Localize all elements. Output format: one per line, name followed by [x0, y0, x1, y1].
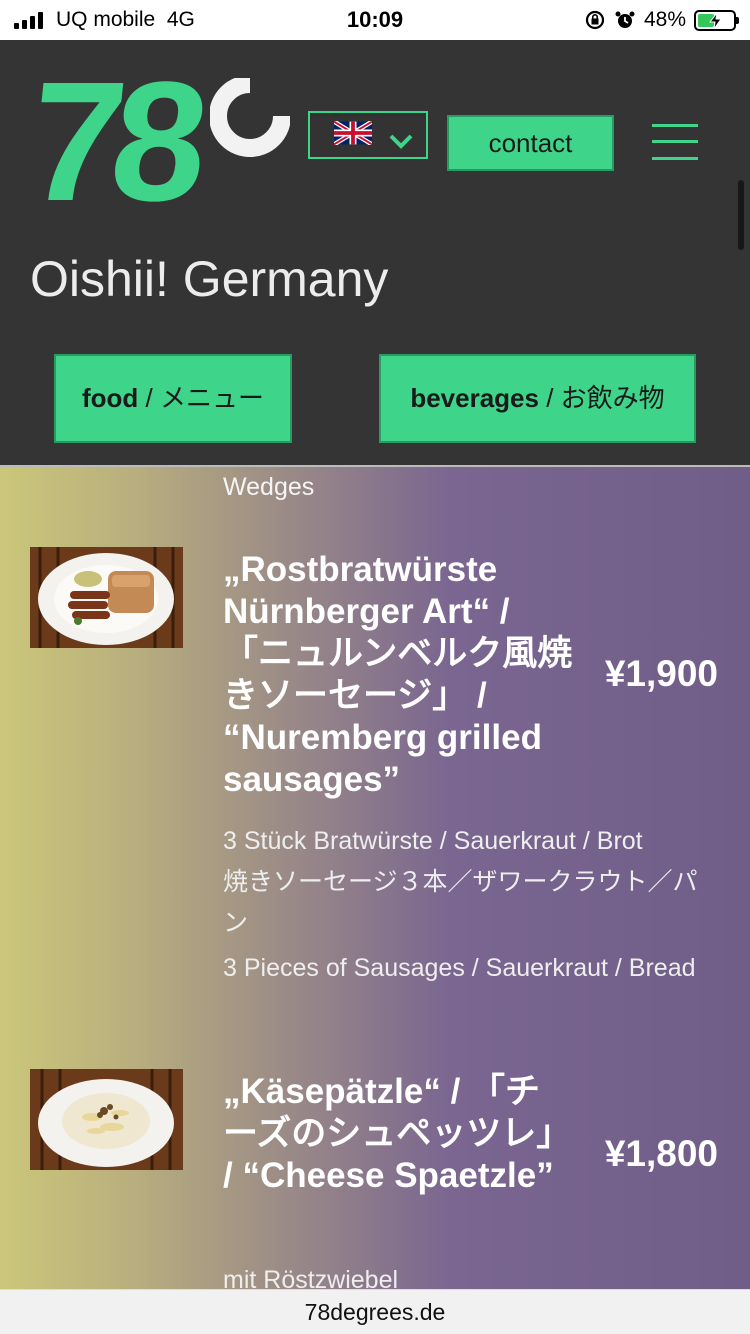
language-selector[interactable]: [308, 111, 428, 159]
tab-beverages-ja: お飲み物: [560, 383, 665, 413]
logo-digits: 78: [20, 47, 206, 237]
tab-food[interactable]: food / メニュー: [54, 354, 292, 443]
item-price: ¥1,800: [604, 1133, 718, 1174]
menu-list: Wedges „Rostbratwürste Nürnberger Art“ /…: [0, 465, 750, 1289]
charging-bolt-icon: [708, 12, 722, 29]
contact-button[interactable]: contact: [447, 115, 614, 171]
scrollbar-thumb[interactable]: [738, 180, 744, 250]
status-bar: UQ mobile 4G 10:09 48%: [0, 0, 750, 40]
tab-food-ja: メニュー: [159, 383, 264, 413]
item-name: „Käsepätzle“ / 「チーズのシュペッツレ」 / “Cheese Sp…: [223, 1072, 572, 1195]
alarm-icon: [615, 11, 635, 28]
item-description: mit Röstzwiebel: [223, 1266, 399, 1289]
browser-url-bar[interactable]: 78degrees.de: [0, 1289, 750, 1334]
status-right: 48%: [584, 8, 739, 32]
tab-beverages[interactable]: beverages / お飲み物: [379, 354, 696, 443]
tab-beverages-en: beverages: [410, 383, 539, 413]
item-name: „Rostbratwürste Nürnberger Art“ / 「ニュルンベ…: [223, 550, 573, 799]
uk-flag-icon: [334, 121, 372, 145]
spaetzle-photo[interactable]: [30, 1069, 183, 1170]
site-header: 78 contact Oishii! Germany food / メニュー b…: [0, 40, 750, 465]
site-logo[interactable]: 78: [20, 47, 290, 237]
tab-food-en: food: [82, 383, 139, 413]
logo-degree-mark: [210, 78, 290, 157]
previous-item-description: Wedges: [223, 473, 315, 501]
page-title: Oishii! Germany: [30, 251, 389, 307]
menu-hamburger-icon[interactable]: [652, 122, 698, 162]
orientation-lock-icon: [585, 10, 605, 30]
sausages-photo[interactable]: [30, 547, 183, 648]
battery-percent: 48%: [643, 8, 686, 31]
battery-icon: [694, 9, 739, 31]
chevron-down-icon: [389, 134, 413, 149]
item-price: ¥1,900: [604, 653, 718, 694]
item-description: 3 Stück Bratwürste / Sauerkraut / Brot 焼…: [223, 827, 698, 982]
